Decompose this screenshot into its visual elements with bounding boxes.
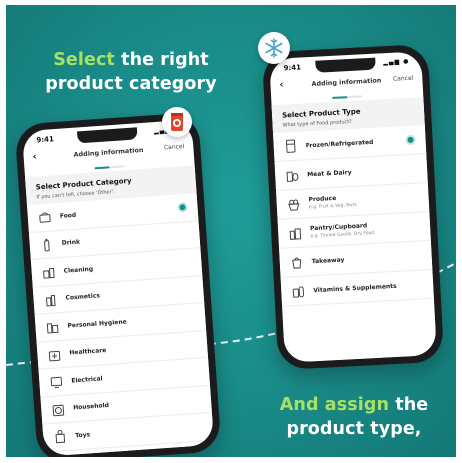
phone-notch — [315, 57, 376, 73]
headline-top-accent: Select — [53, 50, 115, 70]
list-item-text: Pantry/Cupboard e.g. Tinned Goods, Dry Fo… — [310, 220, 421, 239]
pantry-icon — [289, 228, 302, 240]
list-item-text: Meat & Dairy — [307, 165, 417, 178]
category-list: Food Drink Cleaning Cosmetics Personal Hygie… — [26, 193, 214, 453]
list-item-label: Food — [59, 211, 77, 220]
list-item-label: Household — [73, 402, 110, 412]
list-item-text: Electrical — [71, 368, 199, 384]
headline-bottom-line2: product type, — [286, 419, 422, 439]
selected-radio[interactable] — [177, 202, 188, 213]
meat-dairy-icon — [286, 171, 299, 182]
food-can-badge-icon — [162, 107, 192, 137]
healthcare-icon — [48, 350, 61, 362]
phone-product-type: 9:41 ▂▄▆ ● ‹ Adding information Cancel S… — [261, 43, 445, 371]
status-time: 9:41 — [283, 63, 302, 73]
list-item-label: Toys — [74, 431, 91, 440]
list-item-label: Healthcare — [69, 347, 107, 357]
selected-radio[interactable] — [405, 134, 416, 146]
list-item-text: Household — [73, 396, 201, 412]
status-icons: ▂▄▆ ● — [383, 57, 410, 67]
list-item-text: Toys — [75, 423, 203, 439]
list-item-label: Frozen/Refrigerated — [305, 138, 374, 149]
list-item-label: Meat & Dairy — [307, 168, 352, 178]
category-body: Select Product Category If you can't tel… — [25, 165, 215, 457]
headline-top-rest: the right — [114, 50, 209, 70]
product-type-list: Frozen/Refrigerated Meat & Dairy Produce e.… — [273, 125, 434, 307]
cancel-button[interactable]: Cancel — [164, 143, 185, 151]
list-item-text: Takeaway — [312, 252, 422, 265]
list-item-text: Drink — [62, 231, 190, 247]
list-item-text: Vitamins & Supplements — [313, 281, 423, 294]
personal-hygiene-icon — [46, 323, 59, 334]
list-item-text: Frozen/Refrigerated — [306, 137, 402, 149]
list-item-label: Vitamins & Supplements — [313, 282, 397, 294]
vitamins-icon — [292, 286, 305, 298]
headline-bottom-accent: And assign — [279, 395, 390, 415]
list-item-label: Drink — [61, 238, 81, 248]
list-item-text: Produce e.g. Fruit & Veg, Nuts — [308, 191, 419, 210]
headline-top-line2: product category — [45, 74, 217, 94]
cleaning-icon — [43, 268, 55, 279]
list-item-text: Healthcare — [69, 341, 197, 357]
list-item-label: Cleaning — [63, 265, 94, 275]
phone-category: 9:41 ▂▄▆ ● ‹ Adding information Cancel S… — [14, 111, 222, 457]
drink-icon — [44, 238, 50, 252]
electrical-icon — [50, 377, 63, 389]
toys-icon — [55, 430, 66, 444]
phone-category-screen: 9:41 ▂▄▆ ● ‹ Adding information Cancel S… — [21, 119, 215, 457]
snowflake-badge-icon — [258, 32, 290, 64]
list-item-text: Cleaning — [63, 259, 191, 275]
list-item-label: Takeaway — [311, 256, 345, 265]
household-icon — [52, 404, 65, 416]
takeaway-icon — [292, 257, 302, 269]
promo-canvas: Select the right product category 9:41 ▂… — [6, 5, 456, 457]
produce-icon — [288, 199, 300, 211]
cancel-button[interactable]: Cancel — [393, 75, 414, 83]
food-icon — [39, 212, 51, 223]
fridge-icon — [285, 139, 296, 153]
step-progress — [332, 95, 363, 99]
list-item-text: Personal Hygiene — [67, 313, 195, 329]
list-item-label: Personal Hygiene — [67, 318, 127, 330]
step-progress-fill — [332, 96, 348, 99]
product-type-body: Select Product Type What type of Food pr… — [271, 97, 437, 363]
status-time: 9:41 — [36, 135, 55, 145]
list-item-text: Food — [59, 205, 174, 220]
headline-top: Select the right product category — [42, 48, 220, 96]
list-item-label: Electrical — [71, 375, 103, 385]
headline-bottom: And assign the product type, — [264, 393, 444, 441]
headline-bottom-rest: the — [389, 395, 429, 415]
list-item-text: Cosmetics — [65, 286, 193, 302]
cosmetics-icon — [45, 294, 56, 307]
phone-product-type-screen: 9:41 ▂▄▆ ● ‹ Adding information Cancel S… — [269, 51, 437, 363]
list-item-label: Cosmetics — [65, 292, 101, 302]
step-progress-fill — [94, 166, 110, 170]
